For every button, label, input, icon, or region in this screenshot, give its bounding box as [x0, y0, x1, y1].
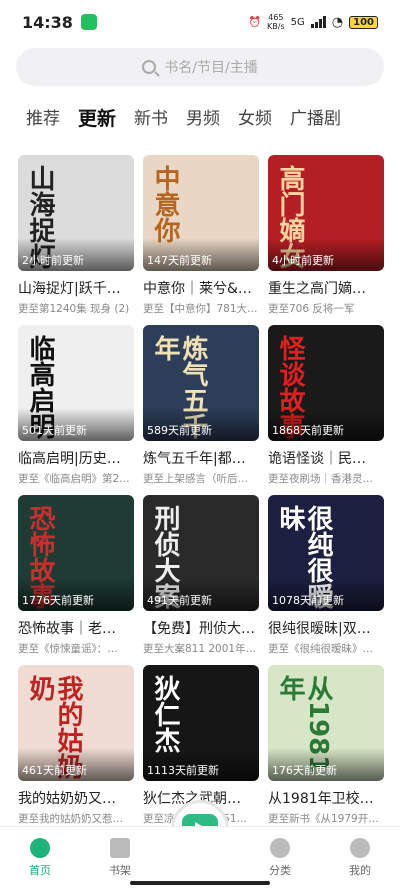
book-title[interactable]: 炼气五千年|都…	[143, 448, 259, 468]
bookshelf-icon	[110, 838, 130, 858]
status-bar: 14:38 ⏰ 465 KB/s 5G ◔ 100	[0, 0, 400, 44]
bottom-nav: 首页 书架 分类 我的	[0, 826, 400, 889]
book-card[interactable]: 刑侦大案 491天前更新【免费】刑侦大… 更至大案811 2001年…	[143, 495, 259, 665]
latest-episode: 更至《惊悚童谣》：…	[18, 643, 118, 655]
update-time: 1868天前更新	[268, 408, 384, 441]
book-title[interactable]: 从1981年卫校…	[268, 788, 384, 808]
wifi-icon: ◔	[331, 14, 344, 30]
category-icon	[270, 838, 290, 858]
status-time: 14:38	[22, 12, 73, 32]
book-cover[interactable]: 中意你 147天前更新	[143, 155, 259, 271]
update-time: 176天前更新	[268, 748, 384, 781]
book-title[interactable]: 【免费】刑侦大…	[143, 618, 259, 638]
tab-1[interactable]: 更新	[78, 104, 116, 131]
book-card[interactable]: 临高启明 501天前更新临高启明|历史… 更至《临高启明》第2…	[18, 325, 134, 495]
latest-episode: 更至706 反将一军	[268, 303, 355, 315]
book-title[interactable]: 临高启明|历史…	[18, 448, 134, 468]
book-card[interactable]: 炼气五千年 589天前更新炼气五千年|都… 更至上架感言（听后…	[143, 325, 259, 495]
update-time: 1113天前更新	[143, 748, 259, 781]
book-cover[interactable]: 很纯很暧昧 1078天前更新	[268, 495, 384, 611]
update-time: 4小时前更新	[268, 238, 384, 271]
category-tabs: 推荐 更新 新书 男频 女频 广播剧	[26, 104, 341, 131]
book-cover[interactable]: 临高启明 501天前更新	[18, 325, 134, 441]
update-time: 461天前更新	[18, 748, 134, 781]
update-time: 589天前更新	[143, 408, 259, 441]
nav-gap	[160, 827, 240, 889]
latest-episode: 更至新书《从1979开…	[268, 813, 379, 825]
book-cover[interactable]: 狄仁杰 1113天前更新	[143, 665, 259, 781]
book-title[interactable]: 重生之高门嫡…	[268, 278, 384, 298]
book-cover[interactable]: 山海捉灯 2小时前更新	[18, 155, 134, 271]
book-cover[interactable]: 从1981年 176天前更新	[268, 665, 384, 781]
update-time: 2小时前更新	[18, 238, 134, 271]
search-placeholder: 书名/节目/主播	[164, 60, 258, 76]
book-card[interactable]: 我的姑奶奶 461天前更新我的姑奶奶又… 更至我的姑奶奶又惹…	[18, 665, 134, 835]
nav-label: 我的	[349, 864, 371, 877]
home-icon	[30, 838, 50, 858]
tab-3[interactable]: 男频	[186, 104, 220, 131]
book-card[interactable]: 从1981年 176天前更新从1981年卫校… 更至新书《从1979开…	[268, 665, 384, 835]
nav-label: 分类	[269, 864, 291, 877]
latest-episode: 更至夜刷场｜香港灵…	[268, 473, 373, 485]
alarm-icon: ⏰	[248, 16, 262, 28]
update-time: 491天前更新	[143, 578, 259, 611]
tab-2[interactable]: 新书	[134, 104, 168, 131]
signal-icon	[310, 16, 326, 28]
book-title[interactable]: 诡语怪谈｜民…	[268, 448, 384, 468]
latest-episode: 更至【中意你】781大…	[143, 303, 258, 315]
update-time: 147天前更新	[143, 238, 259, 271]
cover-title: 狄仁杰	[150, 675, 180, 753]
network-speed: 465 KB/s	[267, 13, 285, 31]
nav-profile[interactable]: 我的	[320, 827, 400, 889]
nav-label: 首页	[29, 864, 51, 877]
latest-episode: 更至我的姑奶奶又惹…	[18, 813, 123, 825]
book-title[interactable]: 我的姑奶奶又…	[18, 788, 134, 808]
nav-bookshelf[interactable]: 书架	[80, 827, 160, 889]
update-time: 501天前更新	[18, 408, 134, 441]
book-card[interactable]: 恐怖故事 1776天前更新恐怖故事｜老… 更至《惊悚童谣》：…	[18, 495, 134, 665]
search-bar[interactable]: 书名/节目/主播	[16, 48, 384, 86]
nav-home[interactable]: 首页	[0, 827, 80, 889]
book-title[interactable]: 中意你｜莱兮&…	[143, 278, 259, 298]
update-list: 山海捉灯 2小时前更新山海捉灯|跃千… 更至第1240集 现身 (2) 中意你 147天…	[18, 155, 384, 835]
book-cover[interactable]: 刑侦大案 491天前更新	[143, 495, 259, 611]
update-time: 1776天前更新	[18, 578, 134, 611]
book-card[interactable]: 中意你 147天前更新中意你｜莱兮&… 更至【中意你】781大…	[143, 155, 259, 325]
book-card[interactable]: 怪谈故事 1868天前更新诡语怪谈｜民… 更至夜刷场｜香港灵…	[268, 325, 384, 495]
tab-4[interactable]: 女频	[238, 104, 272, 131]
book-cover[interactable]: 我的姑奶奶 461天前更新	[18, 665, 134, 781]
network-type: 5G	[290, 16, 305, 28]
profile-icon	[350, 838, 370, 858]
book-title[interactable]: 恐怖故事｜老…	[18, 618, 134, 638]
book-cover[interactable]: 高门嫡女 4小时前更新	[268, 155, 384, 271]
wechat-icon	[80, 14, 97, 30]
latest-episode: 更至《很纯很暧昧》…	[268, 643, 373, 655]
book-title[interactable]: 山海捉灯|跃千…	[18, 278, 134, 298]
latest-episode: 更至大案811 2001年…	[143, 643, 257, 655]
book-card[interactable]: 很纯很暧昧 1078天前更新很纯很暧昧|双… 更至《很纯很暧昧》…	[268, 495, 384, 665]
cover-title: 中意你	[150, 165, 180, 243]
nav-category[interactable]: 分类	[240, 827, 320, 889]
latest-episode: 更至第1240集 现身 (2)	[18, 303, 130, 315]
book-cover[interactable]: 怪谈故事 1868天前更新	[268, 325, 384, 441]
book-card[interactable]: 高门嫡女 4小时前更新重生之高门嫡… 更至706 反将一军	[268, 155, 384, 325]
latest-episode: 更至《临高启明》第2…	[18, 473, 130, 485]
battery-icon: 100	[349, 15, 378, 29]
book-cover[interactable]: 炼气五千年 589天前更新	[143, 325, 259, 441]
home-indicator	[130, 881, 270, 885]
search-icon	[142, 60, 157, 74]
book-cover[interactable]: 恐怖故事 1776天前更新	[18, 495, 134, 611]
tab-5[interactable]: 广播剧	[290, 104, 341, 131]
update-time: 1078天前更新	[268, 578, 384, 611]
book-title[interactable]: 很纯很暧昧|双…	[268, 618, 384, 638]
nav-label: 书架	[109, 864, 131, 877]
book-card[interactable]: 山海捉灯 2小时前更新山海捉灯|跃千… 更至第1240集 现身 (2)	[18, 155, 134, 325]
tab-0[interactable]: 推荐	[26, 104, 60, 131]
latest-episode: 更至上架感言（听后…	[143, 473, 248, 485]
